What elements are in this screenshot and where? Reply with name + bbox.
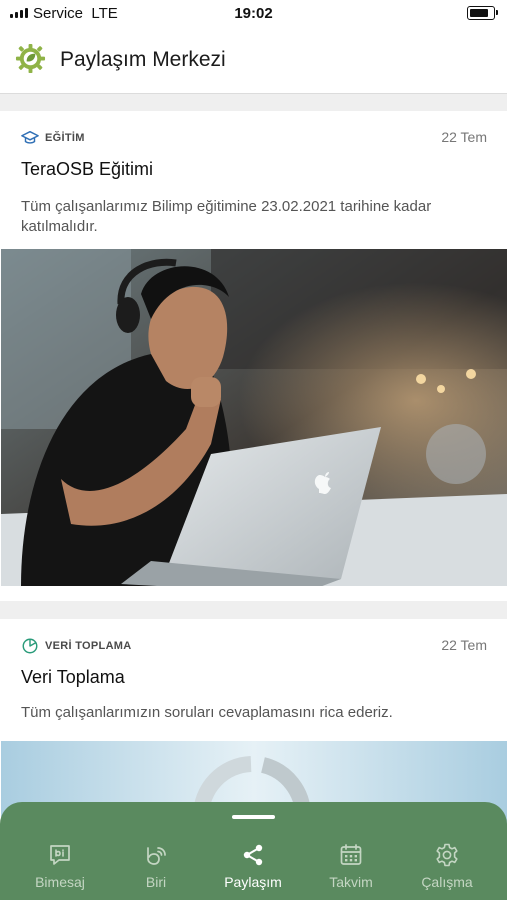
battery-icon xyxy=(467,6,498,20)
card-category: VERİ TOPLAMA xyxy=(21,637,132,655)
share-feed[interactable]: EĞİTİM 22 Tem TeraOSB Eğitimi Tüm çalışa… xyxy=(0,95,507,900)
nav-label: Biri xyxy=(145,874,167,890)
drag-handle[interactable] xyxy=(232,815,275,819)
feed-card[interactable]: EĞİTİM 22 Tem TeraOSB Eğitimi Tüm çalışa… xyxy=(0,111,507,601)
calendar-icon xyxy=(340,844,362,865)
category-label: VERİ TOPLAMA xyxy=(45,640,132,652)
message-bubble-icon xyxy=(50,845,70,865)
status-bar: Service LTE 19:02 xyxy=(0,0,507,28)
nav-item-calisma[interactable]: Çalışma xyxy=(397,842,497,890)
nav-item-bimesaj[interactable]: Bimesaj xyxy=(10,842,110,890)
share-icon xyxy=(243,844,263,866)
battery-fill xyxy=(470,9,488,17)
nav-label: Çalışma xyxy=(421,874,473,890)
card-description: Tüm çalışanlarımızın soruları cevaplamas… xyxy=(21,704,393,721)
page-title: Paylaşım Merkezi xyxy=(60,48,226,71)
graduation-cap-icon xyxy=(21,130,39,144)
nav-item-paylasim[interactable]: Paylaşım xyxy=(203,842,303,890)
nav-label: Takvim xyxy=(329,874,373,890)
card-date: 22 Tem xyxy=(441,129,487,145)
app-header: Paylaşım Merkezi xyxy=(0,28,507,94)
category-label: EĞİTİM xyxy=(45,132,85,144)
nav-label: Bimesaj xyxy=(35,874,85,890)
card-category: EĞİTİM xyxy=(21,129,85,147)
bottom-navigation: Bimesaj Biri Paylaşım Takvim Çalışma xyxy=(0,802,507,900)
pie-chart-icon xyxy=(22,638,38,654)
card-date: 22 Tem xyxy=(441,637,487,653)
broadcast-icon xyxy=(147,847,166,865)
app-logo-icon xyxy=(15,43,46,74)
status-clock: 19:02 xyxy=(234,5,273,22)
card-image[interactable] xyxy=(1,249,507,586)
nav-item-biri[interactable]: Biri xyxy=(106,842,206,890)
card-title[interactable]: Veri Toplama xyxy=(21,667,125,688)
card-title[interactable]: TeraOSB Eğitimi xyxy=(21,159,153,180)
card-description: Tüm çalışanlarımız Bilimp eğitimine 23.0… xyxy=(21,198,432,235)
gear-icon xyxy=(436,843,458,867)
nav-item-takvim[interactable]: Takvim xyxy=(301,842,401,890)
man-with-laptop-photo xyxy=(1,249,507,586)
nav-label: Paylaşım xyxy=(224,874,282,890)
